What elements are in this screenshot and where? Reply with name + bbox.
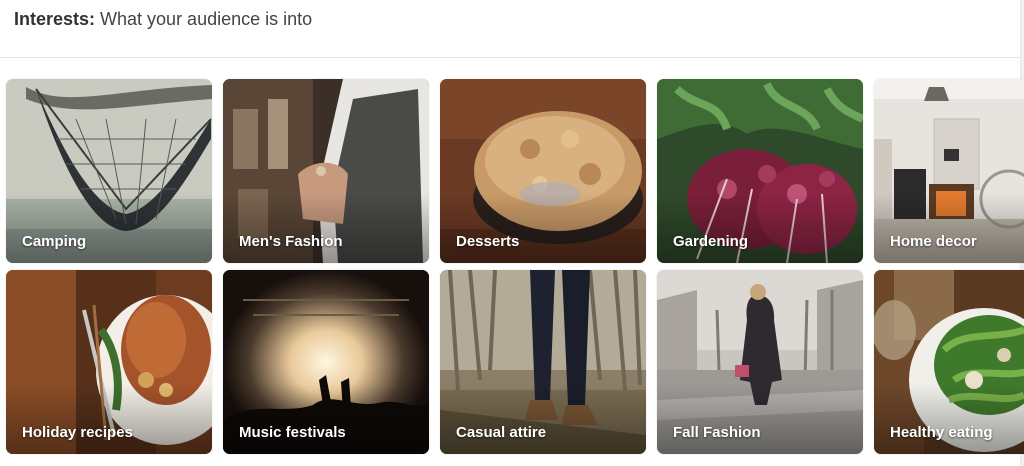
interest-tile-home-decor[interactable]: Home decor bbox=[874, 79, 1024, 263]
tile-shade bbox=[6, 384, 212, 454]
interest-label: Holiday recipes bbox=[22, 424, 133, 441]
tile-shade bbox=[657, 384, 863, 454]
tile-shade bbox=[874, 384, 1024, 454]
interest-label: Men's Fashion bbox=[239, 233, 343, 250]
interest-label: Desserts bbox=[456, 233, 520, 250]
interests-header: Interests: What your audience is into bbox=[0, 0, 1020, 58]
interest-label: Fall Fashion bbox=[673, 424, 761, 441]
interest-label: Gardening bbox=[673, 233, 749, 250]
tile-shade bbox=[223, 384, 429, 454]
interest-tile-fall-fashion[interactable]: Fall Fashion bbox=[657, 270, 863, 454]
interest-label: Music festivals bbox=[239, 424, 346, 441]
interest-tile-healthy-eating[interactable]: Healthy eating bbox=[874, 270, 1024, 454]
tile-shade bbox=[874, 193, 1024, 263]
interest-label: Home decor bbox=[890, 233, 977, 250]
interests-panel: Interests: What your audience is into Ca… bbox=[0, 0, 1024, 466]
tile-shade bbox=[223, 193, 429, 263]
interests-grid: Camping Men's Fashion Desserts Gardening… bbox=[6, 79, 1024, 459]
interest-tile-mens-fashion[interactable]: Men's Fashion bbox=[223, 79, 429, 263]
interest-tile-camping[interactable]: Camping bbox=[6, 79, 212, 263]
tile-shade bbox=[657, 193, 863, 263]
interest-label: Camping bbox=[22, 233, 87, 250]
tile-shade bbox=[440, 193, 646, 263]
tile-shade bbox=[440, 384, 646, 454]
interest-label: Healthy eating bbox=[890, 424, 993, 441]
title-subtitle: What your audience is into bbox=[95, 9, 313, 29]
tile-shade bbox=[6, 193, 212, 263]
interest-tile-casual-attire[interactable]: Casual attire bbox=[440, 270, 646, 454]
interest-tile-music-festivals[interactable]: Music festivals bbox=[223, 270, 429, 454]
interest-label: Casual attire bbox=[456, 424, 547, 441]
interest-tile-desserts[interactable]: Desserts bbox=[440, 79, 646, 263]
interest-tile-holiday-recipes[interactable]: Holiday recipes bbox=[6, 270, 212, 454]
page-title: Interests: What your audience is into bbox=[14, 9, 312, 30]
interest-tile-gardening[interactable]: Gardening bbox=[657, 79, 863, 263]
title-prefix: Interests: bbox=[14, 9, 96, 29]
